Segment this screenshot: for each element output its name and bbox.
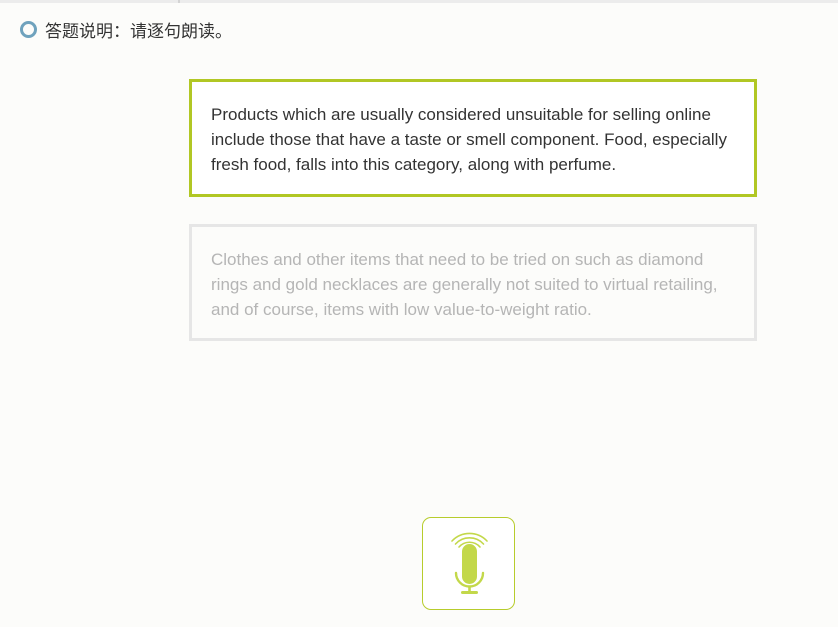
instruction-row: 答题说明：请逐句朗读。	[20, 18, 232, 42]
top-divider-tick	[178, 0, 180, 3]
top-divider	[0, 0, 838, 3]
record-button[interactable]	[422, 517, 515, 610]
instruction-text: 答题说明：请逐句朗读。	[45, 21, 232, 42]
microphone-icon	[451, 532, 488, 594]
sentence-text: Clothes and other items that need to be …	[211, 250, 718, 319]
sentence-card-inactive[interactable]: Clothes and other items that need to be …	[189, 224, 757, 341]
sentence-text: Products which are usually considered un…	[211, 105, 727, 174]
ring-icon	[20, 20, 37, 38]
sentence-card-active[interactable]: Products which are usually considered un…	[189, 79, 757, 197]
